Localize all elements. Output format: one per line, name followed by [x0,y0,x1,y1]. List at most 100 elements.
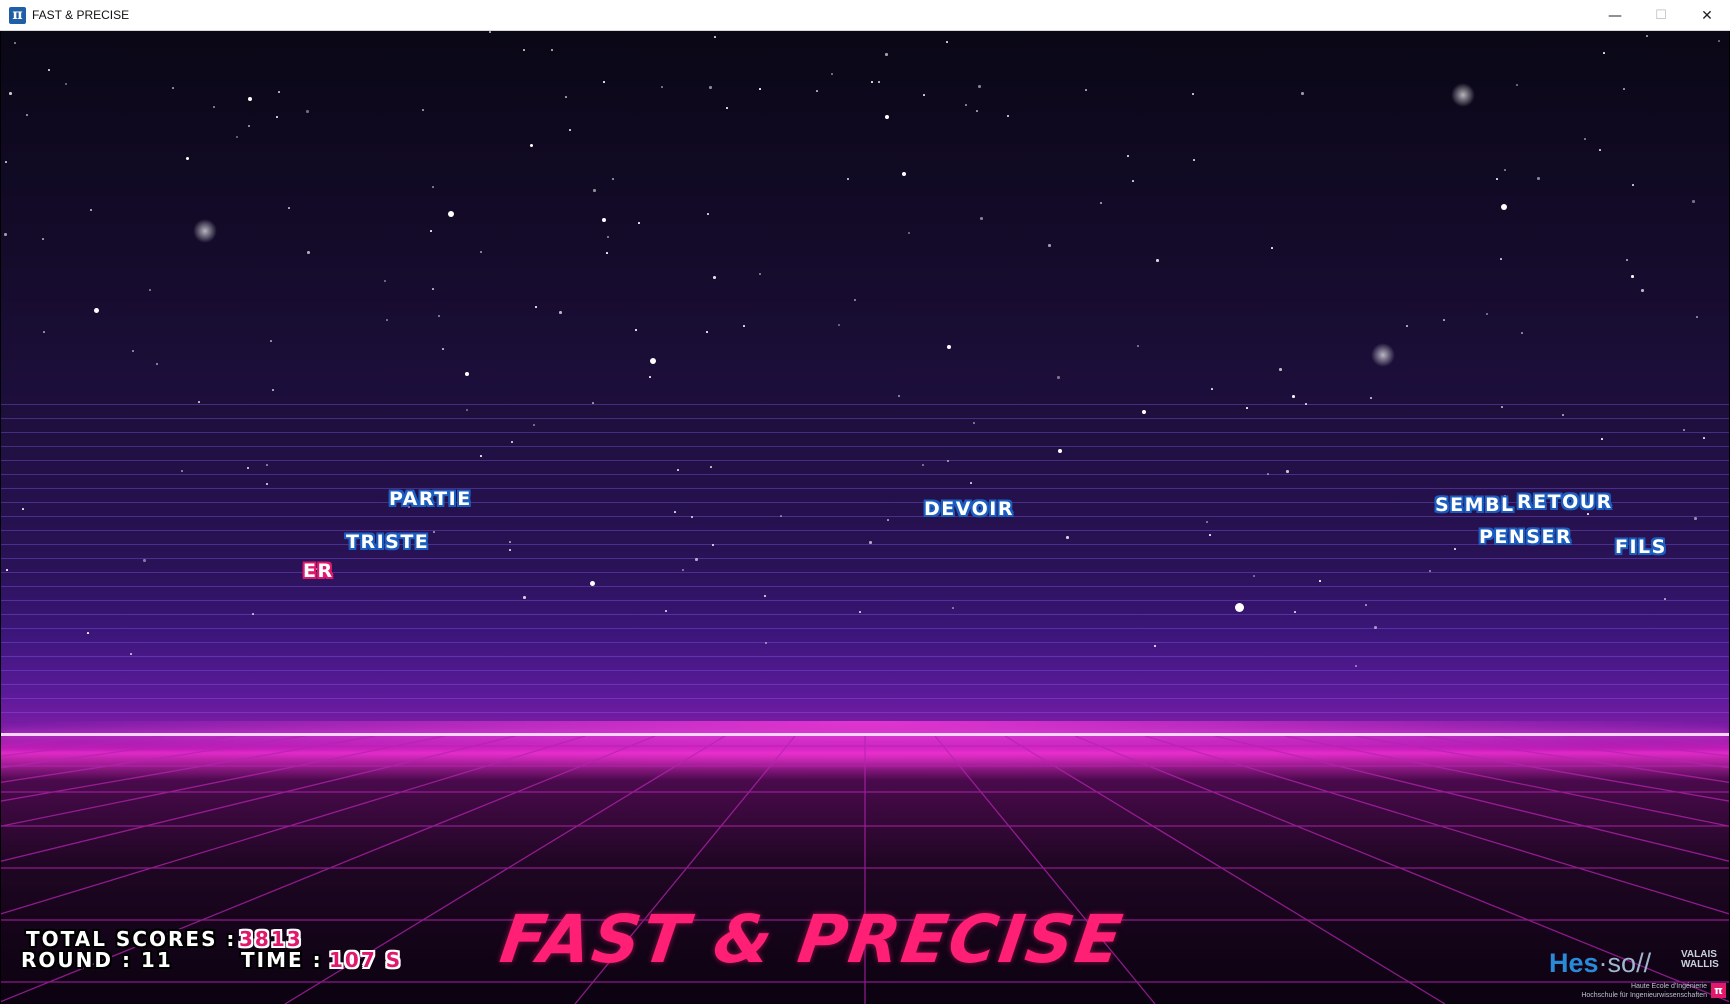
star [590,581,595,586]
star [1587,513,1589,515]
star [1584,138,1586,140]
star [878,81,880,83]
star [87,632,89,634]
star [551,49,553,51]
star [854,299,856,301]
star [713,276,716,279]
star [1486,313,1488,315]
star [859,611,861,613]
star [1692,200,1695,203]
star [1501,406,1503,408]
star [1406,325,1408,327]
game-canvas[interactable]: PARTIE TRISTE ER DEVOIR SEMBL RETOUR PEN… [1,31,1729,1004]
star [559,311,562,314]
star [1718,40,1720,42]
star [922,464,924,466]
star [1007,115,1009,117]
star [130,653,132,655]
star [1537,177,1540,180]
star [272,389,274,391]
star [1267,473,1269,475]
star [764,595,766,597]
star [923,94,925,96]
star [1603,52,1605,54]
star [1066,536,1069,539]
maximize-button[interactable]: ☐ [1638,0,1684,31]
time-label: TIME : [241,948,323,972]
star [674,511,676,513]
window-title: FAST & PRECISE [32,8,130,22]
star [1048,244,1051,247]
star [248,125,250,127]
star [172,87,174,89]
star [1696,316,1698,318]
star [278,91,280,93]
star [6,569,8,571]
game-title: FAST & PRECISE [495,901,1129,978]
star [1211,388,1213,390]
star [1501,204,1507,210]
star [489,31,491,33]
star [422,109,424,111]
star [1286,470,1289,473]
star [266,464,268,466]
star [976,110,978,112]
star [978,85,981,88]
star [1085,89,1087,91]
star [1664,598,1666,600]
star [714,36,716,38]
star [1374,626,1377,629]
star [1301,92,1304,95]
star [276,116,278,118]
minimize-button[interactable]: — [1592,0,1638,31]
star [1562,414,1564,416]
star [149,289,151,291]
star [1683,429,1685,431]
star [649,376,651,378]
falling-word: PARTIE [389,488,472,510]
glow-star [193,219,217,243]
star [765,642,767,644]
star [1632,184,1634,186]
close-button[interactable]: ✕ [1684,0,1730,31]
time-value: 107 S [329,948,403,972]
star [565,96,567,98]
logo-region: VALAIS WALLIS [1681,949,1719,970]
falling-word: DEVOIR [924,498,1014,520]
star [1057,376,1060,379]
star [1355,665,1357,667]
app-pi-icon: π [9,6,26,24]
star [887,519,889,521]
star [1253,575,1255,577]
background-grid-lines [1,391,1729,717]
star [1058,449,1062,453]
star [384,280,386,282]
star [743,325,745,327]
star [466,409,468,411]
star [1646,35,1648,37]
star [885,115,889,119]
star [973,422,975,424]
star [432,288,434,290]
star [1626,259,1628,261]
star [612,178,614,180]
star [759,273,761,275]
star [1154,645,1156,647]
star [1193,159,1195,161]
star [593,189,596,192]
star [707,213,709,215]
star [266,483,268,485]
star [908,232,910,234]
star [607,236,609,238]
star [1504,169,1506,171]
star [42,238,44,240]
star [1206,521,1208,523]
star [606,252,608,254]
round-label: ROUND : 11 [21,948,173,972]
star [523,596,526,599]
star [1192,93,1194,95]
window-controls: — ☐ ✕ [1592,0,1730,31]
star [480,251,482,253]
star [871,81,873,83]
star [759,88,761,90]
